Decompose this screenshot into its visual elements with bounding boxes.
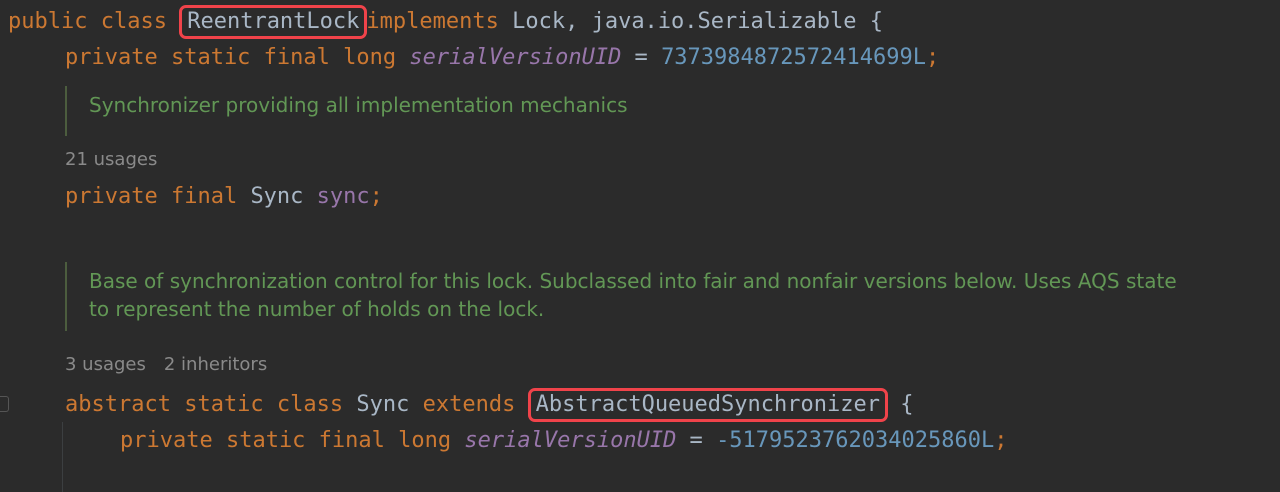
highlighted-superclass-aqs[interactable]: AbstractQueuedSynchronizer: [527, 388, 888, 422]
implemented-interfaces[interactable]: Lock, java.io.Serializable {: [512, 9, 883, 34]
highlighted-class-name-reentrantlock[interactable]: ReentrantLock: [179, 5, 368, 39]
semicolon: ;: [369, 184, 383, 209]
doc-comment-text: Synchronizer providing all implementatio…: [89, 93, 628, 117]
inlay-hint-usages-inheritors[interactable]: 3 usages 2 inheritors: [65, 353, 285, 377]
class-modifiers: abstract static class: [65, 392, 344, 417]
serial-version-value: -5179523762034025860L: [716, 428, 995, 453]
keyword-extends: extends: [422, 392, 516, 417]
semicolon: ;: [925, 45, 940, 70]
assign-operator: =: [621, 45, 662, 70]
doc-comment-synchronizer: Synchronizer providing all implementatio…: [65, 86, 1089, 136]
code-editor[interactable]: public class ReentrantLock implements Loc…: [0, 0, 1280, 492]
keyword-class: class: [100, 9, 167, 34]
open-brace: {: [886, 392, 914, 417]
code-line-serial-version-uid[interactable]: private static final long serialVersionU…: [65, 43, 939, 73]
assign-operator: =: [676, 428, 717, 453]
field-serial-version-uid[interactable]: serialVersionUID: [409, 45, 621, 70]
class-name-sync[interactable]: Sync: [356, 392, 409, 417]
indent-guide: [62, 422, 63, 492]
field-modifiers: private static final long: [120, 428, 452, 453]
keyword-implements: implements: [366, 9, 499, 34]
field-modifiers: private final: [65, 184, 238, 209]
code-line-sync-class-declaration[interactable]: abstract static class Sync extends Abstr…: [65, 388, 914, 422]
usages-hint[interactable]: 3 usages: [65, 354, 146, 375]
keyword-public: public: [8, 9, 88, 34]
code-line-class-declaration[interactable]: public class ReentrantLock implements Loc…: [8, 5, 883, 39]
gutter-implementation-icon[interactable]: [0, 396, 9, 412]
field-serial-version-uid[interactable]: serialVersionUID: [464, 428, 676, 453]
field-sync[interactable]: sync: [317, 184, 370, 209]
serial-version-value: 7373984872572414699L: [661, 45, 926, 70]
type-sync[interactable]: Sync: [250, 184, 303, 209]
code-line-sync-field[interactable]: private final Sync sync;: [65, 182, 383, 212]
inheritors-hint[interactable]: 2 inheritors: [164, 354, 267, 375]
doc-comment-sync-base: Base of synchronization control for this…: [65, 262, 1189, 331]
doc-comment-text: Base of synchronization control for this…: [89, 269, 1177, 321]
code-line-sync-serial-version-uid[interactable]: private static final long serialVersionU…: [120, 426, 1007, 456]
semicolon: ;: [994, 428, 1008, 453]
inlay-hint-usages[interactable]: 21 usages: [65, 148, 175, 172]
field-modifiers: private static final long: [65, 45, 397, 70]
usages-hint[interactable]: 21 usages: [65, 149, 157, 170]
